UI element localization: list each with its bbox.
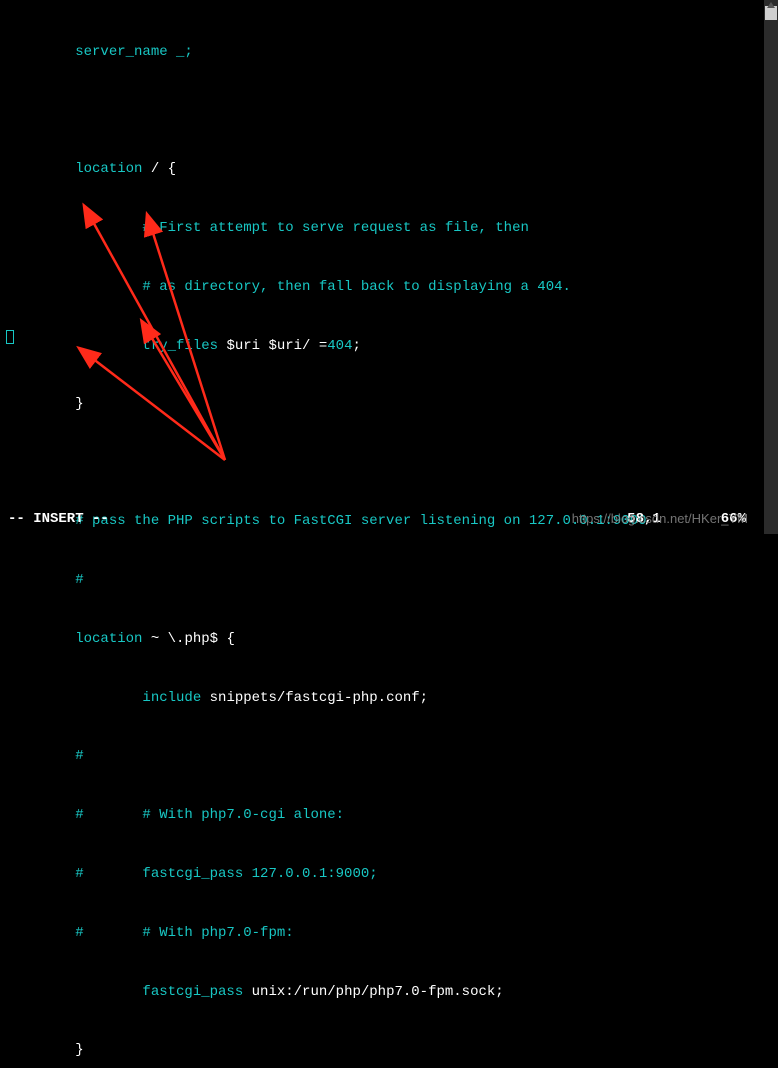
comment-line: # # With php7.0-cgi alone: <box>8 807 344 823</box>
keyword-location: location <box>75 631 142 647</box>
watermark-text: https://blog.csdn.net/HKer_YM <box>572 510 748 528</box>
comment-line: # # With php7.0-fpm: <box>8 925 294 941</box>
comment-line: # as directory, then fall back to displa… <box>8 279 571 295</box>
number-literal: 404 <box>327 338 352 354</box>
code-line: unix:/run/php/php7.0-fpm.sock; <box>243 984 503 1000</box>
code-line <box>8 984 142 1000</box>
code-line: $uri $uri/ = <box>218 338 327 354</box>
code-editor[interactable]: server_name _; location / { # First atte… <box>0 0 778 1068</box>
code-line <box>8 690 142 706</box>
keyword-fastcgi-pass: fastcgi_pass <box>142 984 243 1000</box>
sign-column-marker <box>6 330 14 344</box>
code-line <box>8 161 75 177</box>
comment-line: # fastcgi_pass 127.0.0.1:9000; <box>8 866 378 882</box>
vim-mode-indicator: -- INSERT -- <box>8 510 109 530</box>
code-line <box>8 338 142 354</box>
keyword-include: include <box>142 690 201 706</box>
code-line <box>8 631 75 647</box>
scroll-thumb[interactable] <box>765 6 777 20</box>
code-line: snippets/fastcgi-php.conf; <box>201 690 428 706</box>
code-line: ; <box>352 338 360 354</box>
comment-line: # <box>8 748 84 764</box>
code-line: } <box>8 1042 84 1058</box>
comment-line: # <box>8 572 84 588</box>
code-line: ~ \.php$ { <box>142 631 234 647</box>
scroll-up-icon[interactable] <box>767 2 775 8</box>
keyword-location: location <box>75 161 142 177</box>
code-line: / { <box>142 161 176 177</box>
code-line: server_name _; <box>8 44 193 60</box>
keyword-tryfiles: try_files <box>142 338 218 354</box>
comment-line: # First attempt to serve request as file… <box>8 220 529 236</box>
vertical-scrollbar[interactable] <box>764 0 778 534</box>
code-line: } <box>8 396 84 412</box>
